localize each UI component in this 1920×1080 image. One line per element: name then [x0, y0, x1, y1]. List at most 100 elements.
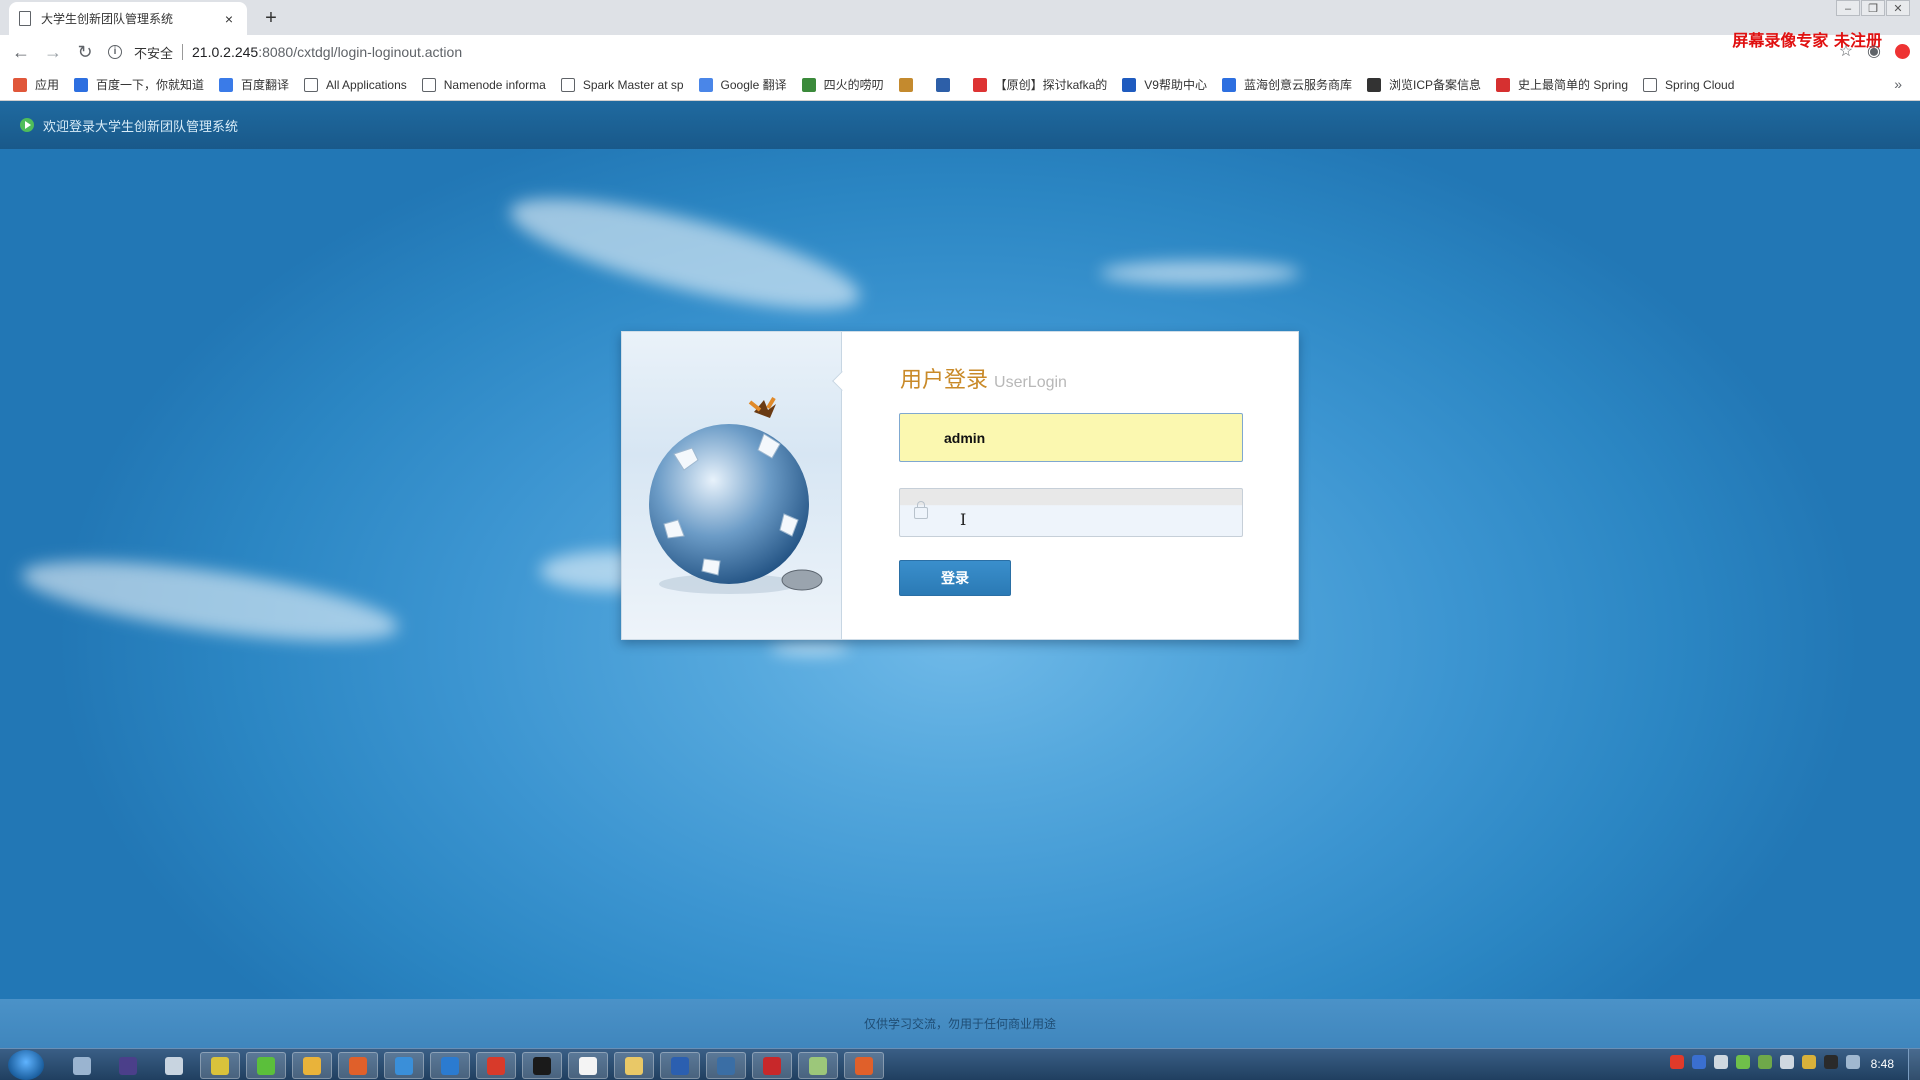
bookmark-item[interactable]: Google 翻译	[698, 76, 787, 93]
pdf-icon	[763, 1056, 781, 1075]
pin-icon[interactable]	[1714, 1055, 1728, 1069]
network-icon[interactable]	[1758, 1055, 1772, 1069]
lock-icon	[914, 500, 928, 519]
bookmark-item[interactable]: V9帮助中心	[1122, 76, 1207, 93]
restore-button[interactable]: ❐	[1861, 0, 1885, 16]
sogou-icon[interactable]	[1670, 1055, 1684, 1069]
page-footer: 仅供学习交流，勿用于任何商业用途	[0, 999, 1920, 1048]
bookmark-item[interactable]: Namenode informa	[421, 77, 546, 92]
security-label[interactable]: 不安全	[134, 43, 173, 62]
bookmark-label: 应用	[35, 78, 60, 92]
start-button[interactable]	[8, 1050, 44, 1080]
back-arrow-icon[interactable]: ←	[8, 39, 34, 65]
volume-icon[interactable]	[1780, 1055, 1794, 1069]
taskbar-feather-button[interactable]	[706, 1052, 746, 1079]
minimize-button[interactable]: –	[1836, 0, 1860, 16]
notepad-icon	[809, 1056, 827, 1075]
lanhai-icon	[1221, 77, 1236, 92]
bookmark-item[interactable]	[935, 77, 958, 92]
taskbar-file-manager-button[interactable]	[62, 1052, 102, 1079]
address-bar[interactable]: i 不安全 21.0.2.245:8080/cxtdgl/login-login…	[108, 39, 1788, 65]
qq-icon[interactable]	[1824, 1055, 1838, 1069]
battery-icon[interactable]	[1736, 1055, 1750, 1069]
bookmarks-bar: 应用 百度一下，你就知道 百度翻译 All Applications Namenode …	[0, 69, 1920, 101]
refresh-green-icon	[257, 1056, 275, 1075]
taskbar-blank-doc-button[interactable]	[568, 1052, 608, 1079]
baidu-translate-icon	[219, 77, 234, 92]
taskbar-search-tool-button[interactable]	[154, 1052, 194, 1079]
close-window-button[interactable]: ✕	[1886, 0, 1910, 16]
taskbar-apps	[62, 1052, 890, 1079]
taskbar-notepad-button[interactable]	[798, 1052, 838, 1079]
security-icon[interactable]	[1802, 1055, 1816, 1069]
apps-grid-icon	[13, 77, 27, 92]
bookmark-label: Spark Master at sp	[582, 77, 684, 92]
cloud-decoration	[501, 176, 869, 332]
bookmark-item[interactable]	[898, 77, 921, 92]
bookmark-item[interactable]: All Applications	[304, 77, 407, 92]
bookmark-label: Spring Cloud	[1665, 77, 1735, 92]
taskbar-refresh-green-button[interactable]	[246, 1052, 286, 1079]
bookmark-item[interactable]: Spark Master at sp	[560, 77, 684, 92]
new-tab-button[interactable]: +	[258, 5, 284, 31]
bookmark-item[interactable]: 【原创】探讨kafka的	[972, 76, 1107, 93]
bookmark-item[interactable]: 四火的唠叨	[801, 76, 884, 93]
bookmark-label: Google 翻译	[720, 78, 787, 92]
profile-icon[interactable]: ◉	[1867, 41, 1881, 61]
recorder-icon	[855, 1056, 873, 1075]
update-badge-icon[interactable]	[1895, 43, 1910, 59]
info-icon[interactable]: i	[108, 45, 122, 59]
login-button[interactable]: 登录	[899, 560, 1011, 596]
sihuo-icon	[801, 77, 816, 92]
bookmark-item[interactable]: 浏览ICP备案信息	[1366, 76, 1481, 93]
login-title: 用户登录 UserLogin	[900, 362, 1067, 394]
taskbar-eclipse-button[interactable]	[108, 1052, 148, 1079]
display-icon[interactable]	[1846, 1055, 1860, 1069]
taskbar-window-app-button[interactable]	[430, 1052, 470, 1079]
bookmark-item[interactable]: 蓝海创意云服务商库	[1221, 76, 1352, 93]
show-desktop-button[interactable]	[1908, 1049, 1920, 1080]
icp-icon	[1366, 77, 1381, 92]
system-tray	[1662, 1055, 1860, 1069]
bookmark-label: 百度一下，你就知道	[96, 78, 205, 92]
username-input[interactable]	[944, 429, 1224, 446]
tab-title: 大学生创新团队管理系统	[41, 12, 174, 26]
taskbar-folder-button[interactable]	[614, 1052, 654, 1079]
taskbar-firefox-button[interactable]	[338, 1052, 378, 1079]
taskbar-recorder-button[interactable]	[844, 1052, 884, 1079]
reload-icon[interactable]: ↻	[72, 39, 98, 65]
taskbar-chrome-button[interactable]	[292, 1052, 332, 1079]
taskbar-spyglass-button[interactable]	[200, 1052, 240, 1079]
browser-tab[interactable]: 大学生创新团队管理系统 ×	[9, 2, 247, 35]
taskbar-word-button[interactable]	[660, 1052, 700, 1079]
bookmark-item[interactable]: 百度翻译	[219, 76, 289, 93]
taskbar-red-app-button[interactable]	[476, 1052, 516, 1079]
bookmark-item[interactable]: 史上最简单的 Spring	[1496, 76, 1628, 93]
taskbar-chat-button[interactable]	[384, 1052, 424, 1079]
browser-toolbar: ← → ↻ i 不安全 21.0.2.245:8080/cxtdgl/login…	[0, 35, 1920, 69]
taskbar-clock[interactable]: 8:48	[1871, 1057, 1894, 1071]
taskbar-pdf-button[interactable]	[752, 1052, 792, 1079]
password-field[interactable]	[899, 488, 1243, 537]
tab-close-icon[interactable]: ×	[221, 11, 237, 27]
forward-arrow-icon[interactable]: →	[40, 39, 66, 65]
bookmark-item[interactable]: Spring Cloud	[1643, 77, 1735, 92]
login-title-en: UserLogin	[994, 374, 1067, 391]
google-translate-icon	[698, 77, 713, 92]
bookmark-item[interactable]: 应用	[13, 76, 59, 93]
username-field[interactable]	[899, 413, 1243, 462]
url-path[interactable]: :8080/cxtdgl/login-loginout.action	[258, 44, 462, 60]
page-icon	[304, 77, 319, 92]
bookmark-item[interactable]: 百度一下，你就知道	[74, 76, 204, 93]
page-icon	[421, 77, 436, 92]
eclipse-icon	[119, 1056, 137, 1075]
bookmarks-overflow-icon[interactable]: »	[1894, 76, 1902, 92]
login-panel: 用户登录 UserLogin I 登录	[621, 331, 1299, 640]
bookmark-label: Namenode informa	[443, 77, 546, 92]
url-host[interactable]: 21.0.2.245	[192, 44, 258, 60]
bookmark-star-icon[interactable]: ☆	[1839, 41, 1853, 61]
taskbar-cmd-button[interactable]	[522, 1052, 562, 1079]
refresh-bookmark-icon	[935, 77, 950, 92]
password-input[interactable]	[942, 504, 1222, 521]
help-icon[interactable]	[1692, 1055, 1706, 1069]
